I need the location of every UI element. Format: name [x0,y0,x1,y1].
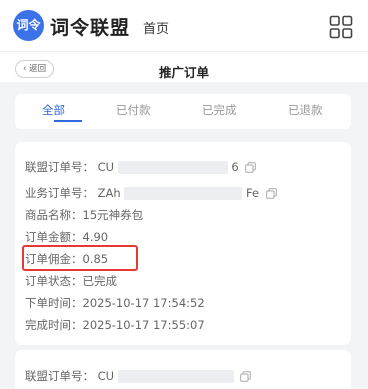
commission-highlight-box [22,245,138,271]
status-value: 已完成 [82,274,118,288]
union-order-row: 联盟订单号： CU 6 [25,159,257,175]
status-label: 订单状态： [25,274,83,288]
tab-completed[interactable]: 已完成 [202,102,237,118]
grid-icon[interactable] [329,15,353,39]
tab-paid[interactable]: 已付款 [116,102,151,118]
union-order-prefix: CU [97,369,115,383]
product-label: 商品名称： [25,208,83,222]
union-order-prefix: CU [97,160,115,174]
order-card: 联盟订单号： CU 6 业务订单号： ZAh Fe 商品名称：15元神券包 订单… [15,142,351,345]
business-order-label: 业务订单号： [25,186,94,200]
tab-active-indicator [54,120,82,122]
union-order-label: 联盟订单号： [25,369,94,383]
amount-label: 订单金额： [25,230,83,244]
page-title: 推广订单 [158,65,209,80]
amount-row: 订单金额：4.90 [25,229,108,245]
order-time-row: 下单时间：2025-10-17 17:54:52 [25,295,205,311]
order-time-label: 下单时间： [25,296,83,310]
amount-value: 4.90 [82,230,109,244]
copy-icon[interactable] [245,162,257,173]
complete-time-value: 2025-10-17 17:55:07 [82,318,205,332]
product-row: 商品名称：15元神券包 [25,207,143,223]
business-order-row: 业务订单号： ZAh Fe [25,185,277,201]
masked-value [117,161,228,174]
complete-time-label: 完成时间： [25,318,83,332]
top-header: 词令 词令联盟 首页 [0,0,368,52]
order-time-value: 2025-10-17 17:54:52 [82,296,205,310]
home-link[interactable]: 首页 [143,18,169,37]
business-order-prefix: ZAh [97,186,121,200]
tab-refunded[interactable]: 已退款 [288,102,323,118]
union-order-label: 联盟订单号： [25,160,94,174]
brand-name[interactable]: 词令联盟 [50,13,130,40]
masked-value [117,370,234,383]
union-order-suffix: 6 [231,160,239,174]
order-tabs: 全部 已付款 已完成 已退款 [15,94,351,129]
business-order-suffix: Fe [246,186,260,200]
order-card: 联盟订单号： CU [15,350,351,389]
complete-time-row: 完成时间：2025-10-17 17:55:07 [25,317,205,333]
sub-header: ‹ 返回 推广订单 [0,52,368,90]
union-order-row: 联盟订单号： CU [25,368,252,384]
masked-value [124,187,243,200]
tab-all[interactable]: 全部 [42,102,65,118]
status-row: 订单状态：已完成 [25,273,117,289]
copy-icon[interactable] [265,188,277,199]
copy-icon[interactable] [240,371,252,382]
product-value: 15元神券包 [82,208,144,222]
logo-icon[interactable]: 词令 [13,10,44,41]
